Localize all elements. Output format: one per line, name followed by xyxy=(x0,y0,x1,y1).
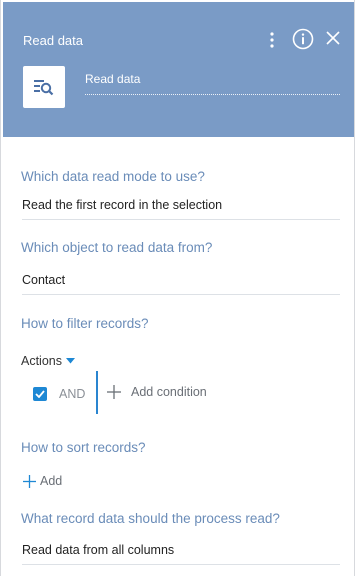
filter-label: How to filter records? xyxy=(21,316,149,331)
read-data-icon-glyph xyxy=(34,80,54,96)
read-data-icon xyxy=(23,66,65,108)
columns-field[interactable]: Read data from all columns xyxy=(22,543,340,565)
read-mode-label: Which data read mode to use? xyxy=(21,169,205,184)
chevron-down-icon xyxy=(66,358,75,364)
process-element-panel: Read data Read data Which data read mode… xyxy=(0,0,355,576)
filter-group-checkbox[interactable] xyxy=(33,387,47,401)
add-condition-label: Add condition xyxy=(131,385,207,399)
panel-header: Read data Read data xyxy=(3,2,354,137)
read-mode-field[interactable]: Read the first record in the selection xyxy=(22,198,340,220)
plus-icon xyxy=(107,385,121,399)
actions-label: Actions xyxy=(21,354,62,368)
add-condition-button[interactable]: Add condition xyxy=(107,385,207,399)
object-field[interactable]: Contact xyxy=(22,273,340,295)
panel-title: Read data xyxy=(23,33,83,48)
close-icon[interactable] xyxy=(325,30,341,46)
element-name-field[interactable]: Read data xyxy=(85,72,340,95)
actions-dropdown[interactable]: Actions xyxy=(21,354,75,368)
close-icon-glyph xyxy=(326,31,340,45)
group-operator-label[interactable]: AND xyxy=(59,387,85,401)
sort-label: How to sort records? xyxy=(21,440,146,455)
checkmark-icon xyxy=(35,390,45,398)
columns-label: What record data should the process read… xyxy=(21,511,280,526)
plus-icon xyxy=(23,474,36,488)
add-sort-label: Add xyxy=(40,474,63,488)
add-sort-button[interactable]: Add xyxy=(23,474,62,488)
more-vertical-icon-glyph xyxy=(270,32,274,48)
info-icon[interactable] xyxy=(292,28,314,50)
info-icon-glyph xyxy=(292,28,314,50)
more-vertical-icon[interactable] xyxy=(265,29,279,51)
object-label: Which object to read data from? xyxy=(21,240,213,255)
filter-group-divider xyxy=(96,371,98,414)
